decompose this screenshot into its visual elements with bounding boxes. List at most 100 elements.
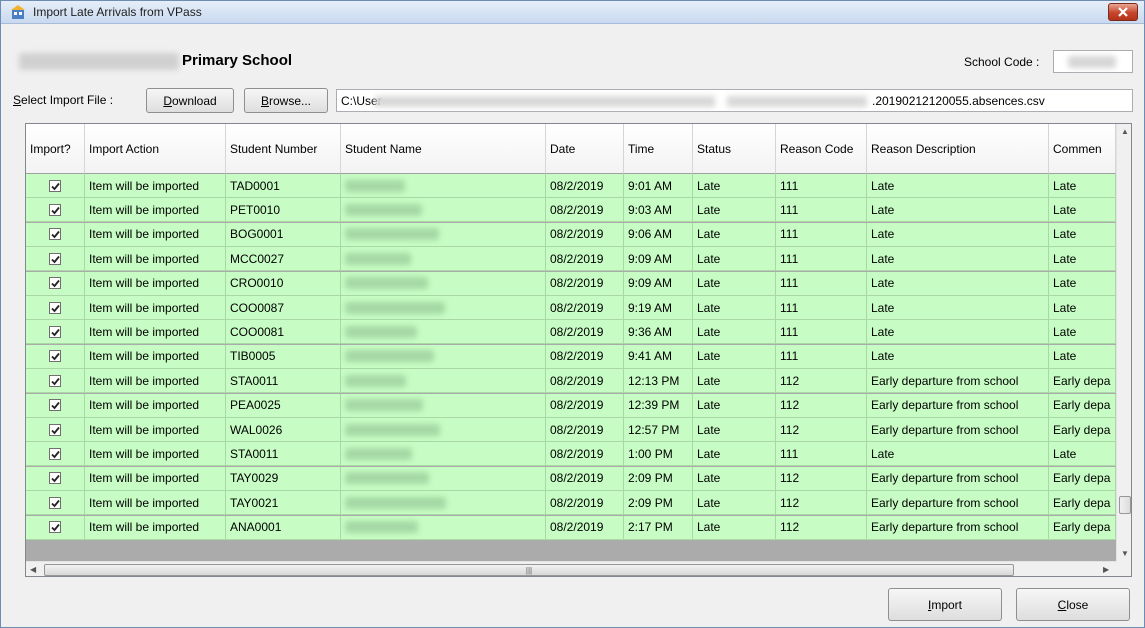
horizontal-scroll-thumb[interactable]: ||| [44, 564, 1014, 576]
import-checkbox[interactable] [49, 252, 61, 265]
table-row[interactable]: Item will be imported PEA0025 08/2/2019 12:… [26, 393, 1116, 418]
import-checkbox-cell[interactable] [26, 296, 85, 320]
cell-action: Item will be imported [85, 222, 226, 247]
import-checkbox-cell[interactable] [26, 271, 85, 296]
import-checkbox[interactable] [49, 399, 61, 412]
import-checkbox[interactable] [49, 496, 61, 509]
browse-button[interactable]: Browse... [244, 88, 328, 113]
close-button[interactable]: Close [1016, 588, 1130, 621]
cell-code: 111 [776, 442, 867, 467]
import-checkbox-cell[interactable] [26, 344, 85, 369]
cell-status: Late [693, 515, 776, 540]
column-header[interactable]: Student Number [226, 124, 341, 174]
import-checkbox[interactable] [49, 325, 61, 338]
table-row[interactable]: Item will be imported TAD0001 08/2/2019 9:0… [26, 174, 1116, 198]
scroll-right-icon[interactable]: ▶ [1103, 565, 1109, 574]
table-row[interactable]: Item will be imported PET0010 08/2/2019 9:0… [26, 198, 1116, 223]
cell-status: Late [693, 442, 776, 467]
table-row[interactable]: Item will be imported ANA0001 08/2/2019 2:1… [26, 515, 1116, 540]
cell-time: 2:09 PM [624, 466, 693, 491]
window-close-button[interactable] [1108, 3, 1138, 21]
import-checkbox-cell[interactable] [26, 174, 85, 198]
cell-action: Item will be imported [85, 393, 226, 418]
vertical-scroll-thumb[interactable] [1119, 496, 1131, 514]
import-checkbox-cell[interactable] [26, 198, 85, 223]
cell-status: Late [693, 491, 776, 516]
cell-comment: Early depa [1049, 393, 1116, 418]
cell-comment: Early depa [1049, 466, 1116, 491]
table-row[interactable]: Item will be imported MCC0027 08/2/2019 9:0… [26, 247, 1116, 272]
cell-number: COO0081 [226, 320, 341, 345]
cell-number: TAD0001 [226, 174, 341, 198]
check-icon [51, 231, 60, 239]
scroll-up-icon[interactable]: ▲ [1121, 127, 1129, 136]
school-code-field[interactable] [1053, 50, 1133, 73]
column-header[interactable]: Date [546, 124, 624, 174]
cell-code: 111 [776, 296, 867, 320]
table-row[interactable]: Item will be imported TIB0005 08/2/2019 9:4… [26, 344, 1116, 369]
table-row[interactable]: Item will be imported COO0081 08/2/2019 9:3… [26, 320, 1116, 345]
student-name-redacted [341, 222, 546, 247]
import-checkbox-cell[interactable] [26, 515, 85, 540]
table-row[interactable]: Item will be imported COO0087 08/2/2019 9:1… [26, 296, 1116, 320]
cell-code: 112 [776, 515, 867, 540]
import-checkbox[interactable] [49, 350, 61, 363]
column-header[interactable]: Student Name [341, 124, 546, 174]
import-checkbox-cell[interactable] [26, 393, 85, 418]
import-checkbox-cell[interactable] [26, 442, 85, 467]
vertical-scrollbar[interactable]: ▲ ▼ [1116, 124, 1131, 561]
import-checkbox-cell[interactable] [26, 320, 85, 345]
cell-action: Item will be imported [85, 442, 226, 467]
import-checkbox[interactable] [49, 521, 61, 534]
scroll-left-icon[interactable]: ◀ [30, 565, 36, 574]
column-header[interactable]: Time [624, 124, 693, 174]
import-checkbox-cell[interactable] [26, 466, 85, 491]
column-header[interactable]: Reason Description [867, 124, 1049, 174]
table-row[interactable]: Item will be imported STA0011 08/2/2019 12:… [26, 369, 1116, 394]
import-checkbox-cell[interactable] [26, 491, 85, 516]
import-checkbox[interactable] [49, 179, 61, 192]
check-icon [51, 426, 60, 434]
column-header[interactable]: Import Action [85, 124, 226, 174]
column-header[interactable]: Reason Code [776, 124, 867, 174]
import-grid[interactable]: Import? Import Action Student Number Studen… [25, 123, 1132, 577]
table-row[interactable]: Item will be imported TAY0021 08/2/2019 2:0… [26, 491, 1116, 516]
check-icon [51, 280, 60, 288]
import-checkbox[interactable] [49, 472, 61, 485]
import-checkbox-cell[interactable] [26, 369, 85, 394]
import-checkbox[interactable] [49, 447, 61, 460]
cell-desc: Late [867, 198, 1049, 223]
import-checkbox[interactable] [49, 277, 61, 290]
student-name-redacted [341, 198, 546, 223]
student-name-redacted [341, 320, 546, 345]
column-header[interactable]: Status [693, 124, 776, 174]
cell-code: 112 [776, 491, 867, 516]
file-path-field[interactable]: C:\User .20190212120055.absences.csv [336, 89, 1133, 112]
cell-time: 12:57 PM [624, 418, 693, 442]
horizontal-scrollbar[interactable]: ◀ ||| ▶ [26, 561, 1116, 576]
import-checkbox[interactable] [49, 228, 61, 241]
import-checkbox[interactable] [49, 374, 61, 387]
column-header[interactable]: Import? [26, 124, 85, 174]
table-row[interactable]: Item will be imported BOG0001 08/2/2019 9:0… [26, 222, 1116, 247]
import-checkbox[interactable] [49, 301, 61, 314]
download-button[interactable]: Download [146, 88, 234, 113]
import-button[interactable]: Import [888, 588, 1002, 621]
import-checkbox[interactable] [49, 203, 61, 216]
cell-action: Item will be imported [85, 491, 226, 516]
table-row[interactable]: Item will be imported STA0011 08/2/2019 1:0… [26, 442, 1116, 467]
import-checkbox-cell[interactable] [26, 418, 85, 442]
import-checkbox-cell[interactable] [26, 222, 85, 247]
column-header[interactable]: Commen [1049, 124, 1116, 174]
import-checkbox-cell[interactable] [26, 247, 85, 272]
table-row[interactable]: Item will be imported WAL0026 08/2/2019 12:… [26, 418, 1116, 442]
window-title: Import Late Arrivals from VPass [33, 5, 202, 19]
scroll-down-icon[interactable]: ▼ [1121, 549, 1129, 558]
cell-date: 08/2/2019 [546, 515, 624, 540]
table-row[interactable]: Item will be imported CRO0010 08/2/2019 9:0… [26, 271, 1116, 296]
table-row[interactable]: Item will be imported TAY0029 08/2/2019 2:0… [26, 466, 1116, 491]
cell-status: Late [693, 271, 776, 296]
cell-date: 08/2/2019 [546, 369, 624, 394]
import-checkbox[interactable] [49, 423, 61, 436]
title-bar[interactable]: Import Late Arrivals from VPass [1, 1, 1144, 24]
